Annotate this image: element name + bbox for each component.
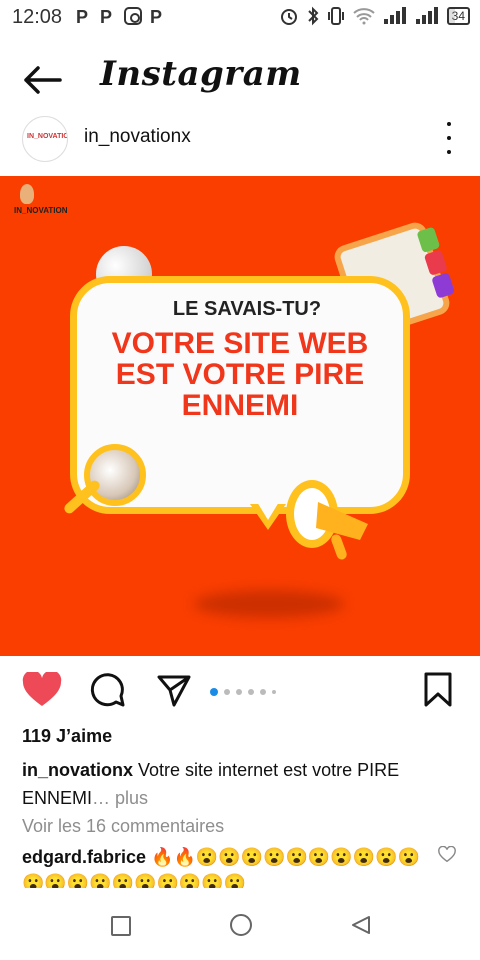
- vibrate-icon: [327, 7, 344, 25]
- more-options-icon[interactable]: [444, 122, 454, 154]
- brand-logo-text: IN_NOVATION: [14, 206, 68, 215]
- post-caption: in_novationx Votre site internet est vot…: [22, 756, 462, 812]
- megaphone-icon: [286, 480, 368, 560]
- like-heart-icon[interactable]: [22, 672, 62, 708]
- status-bar: 12:08 P P P 34: [0, 0, 480, 36]
- signal-icon: [415, 7, 438, 24]
- system-nav-bar: [0, 896, 480, 960]
- carousel-dot: [224, 689, 230, 695]
- brand-logo-icon: [20, 184, 34, 204]
- share-send-icon[interactable]: [156, 672, 192, 708]
- status-time: 12:08: [12, 6, 63, 28]
- post-image[interactable]: IN_NOVATION LE SAVAIS-TU? VOTRE SITE WEB…: [0, 176, 480, 656]
- carousel-dot: [248, 689, 254, 695]
- instagram-icon: [124, 7, 142, 25]
- notebook-tab: [416, 226, 441, 254]
- avatar[interactable]: IN_NOVATION: [22, 116, 68, 162]
- comment-preview: edgard.fabrice 🔥🔥😮😮😮😮😮😮😮😮😮😮😮😮😮😮😮😮😮😮😮😮: [22, 844, 432, 888]
- comment-like-heart-icon[interactable]: [438, 846, 456, 864]
- avatar-logo-text: IN_NOVATION: [27, 133, 67, 140]
- signal-icon: [383, 7, 406, 24]
- carousel-indicator: [210, 688, 276, 696]
- pinterest-icon: P: [150, 7, 163, 27]
- bluetooth-icon: [307, 6, 319, 26]
- caption-username[interactable]: in_novationx: [22, 760, 133, 780]
- app-title: Instagram: [100, 54, 302, 94]
- recents-button[interactable]: [111, 916, 131, 936]
- alarm-icon: [280, 9, 297, 25]
- battery-icon: 34: [446, 7, 470, 25]
- notebook-tab: [423, 249, 448, 276]
- post-header: IN_NOVATION in_novationx: [0, 112, 480, 164]
- wifi-icon: [352, 8, 375, 25]
- carousel-dot: [260, 689, 266, 695]
- caption-more-link[interactable]: … plus: [92, 788, 148, 808]
- carousel-dot: [210, 688, 218, 696]
- p-icon: P: [100, 7, 113, 27]
- post-actions: [0, 668, 480, 712]
- comment-icon[interactable]: [90, 672, 126, 708]
- back-arrow-icon[interactable]: [20, 62, 64, 98]
- speech-bubble-tail: [250, 502, 286, 530]
- system-icons: 34: [279, 6, 470, 26]
- drop-shadow: [194, 590, 344, 618]
- notification-icons: P P P: [76, 7, 166, 28]
- carousel-dot: [272, 690, 276, 694]
- image-kicker: LE SAVAIS-TU?: [172, 298, 322, 320]
- magnifier-icon: [84, 444, 146, 506]
- likes-count[interactable]: 119 J’aime: [22, 726, 112, 747]
- post-username[interactable]: in_novationx: [84, 126, 191, 148]
- save-bookmark-icon[interactable]: [422, 672, 454, 708]
- view-comments-link[interactable]: Voir les 16 commentaires: [22, 816, 224, 837]
- carousel-dot: [236, 689, 242, 695]
- app-header: Instagram: [0, 48, 480, 108]
- image-headline: VOTRE SITE WEB EST VOTRE PIRE ENNEMI: [111, 327, 369, 422]
- p-icon: P: [76, 7, 89, 27]
- comment-username[interactable]: edgard.fabrice: [22, 847, 146, 867]
- nav-back-icon[interactable]: [350, 914, 372, 936]
- notebook-tab: [431, 272, 456, 299]
- home-button[interactable]: [230, 914, 252, 936]
